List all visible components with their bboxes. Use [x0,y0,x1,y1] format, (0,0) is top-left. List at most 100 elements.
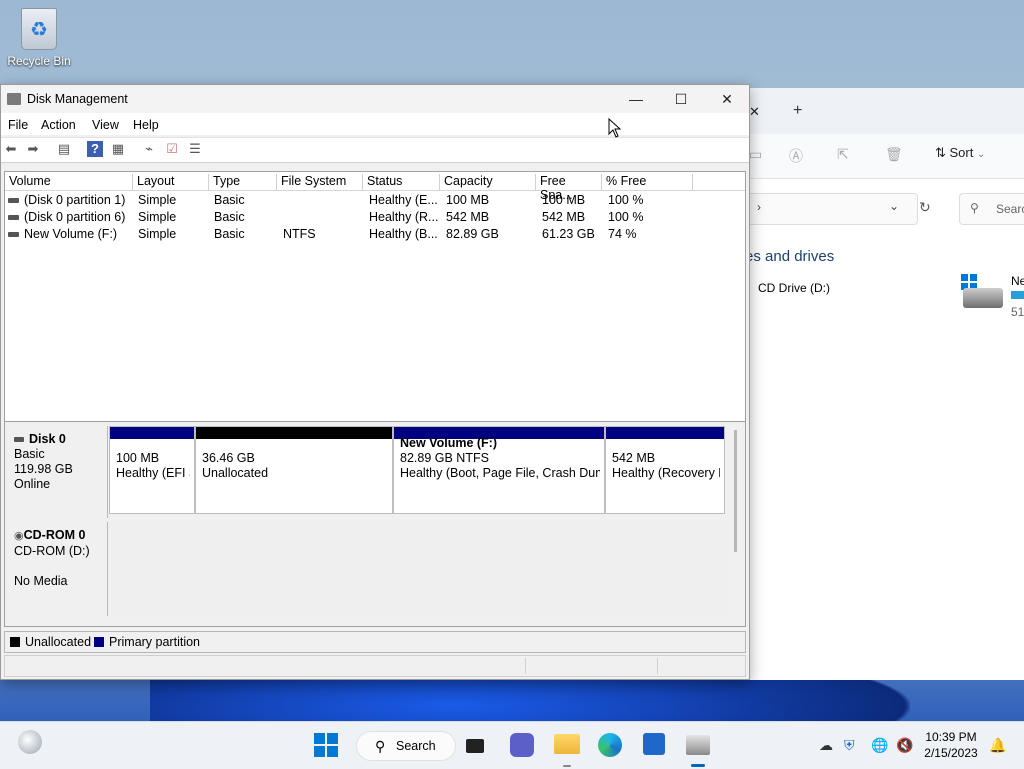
chevron-right-icon: › [757,200,761,214]
disk-0-label[interactable]: Disk 0 Basic 119.98 GB Online [6,426,108,518]
partition-efi[interactable]: 100 MB Healthy (EFI S [109,426,195,514]
partition-unallocated[interactable]: 36.46 GB Unallocated [195,426,393,514]
running-indicator [563,765,571,767]
cloud-icon[interactable]: ☁ [819,737,833,754]
volume-icon [8,232,19,238]
chevron-down-icon: ⌄ [976,149,986,160]
search-placeholder: Searc [996,202,1024,216]
disk-management-icon [7,93,21,105]
disk-management-window[interactable]: Disk Management — ☐ ✕ File Action View H… [0,84,750,680]
table-row[interactable]: (Disk 0 partition 1) Simple Basic Health… [5,193,745,210]
taskbar-search-label: Search [396,739,436,753]
sort-button[interactable]: ⇅ Sort ⌄ [935,145,985,161]
status-cell: Healthy (R... [369,210,439,224]
type-cell: Basic [214,210,245,224]
edge-icon[interactable] [598,733,622,757]
cdrom-empty-area [109,522,727,616]
new-tab-icon[interactable]: + [793,102,802,120]
table-row[interactable]: (Disk 0 partition 6) Simple Basic Health… [5,210,745,227]
rename-icon[interactable]: Ⓐ [789,146,805,164]
paste-icon[interactable]: ▭ [749,146,765,162]
share-icon[interactable]: ⇱ [837,146,853,162]
column-header-volume[interactable]: Volume [5,174,133,190]
recycle-bin-label: Recycle Bin [7,54,71,68]
close-tab-icon[interactable]: ✕ [749,104,760,120]
search-input[interactable]: ⚲ Searc [959,193,1024,225]
disk-graphical-view[interactable]: Disk 0 Basic 119.98 GB Online 100 MB Hea… [4,421,746,627]
cdrom-icon: ◉ [14,530,24,542]
speaker-muted-icon[interactable]: 🔇 [896,737,913,754]
free-space-cell: 542 MB [542,210,586,224]
column-header-type[interactable]: Type [209,174,277,190]
disk-name: Disk 0 [29,432,66,446]
task-view-icon[interactable] [466,739,484,753]
back-arrow-icon[interactable]: ⬅ [3,141,19,157]
column-header-layout[interactable]: Layout [133,174,209,190]
file-explorer-icon[interactable] [554,734,580,754]
properties-icon[interactable]: ▦ [110,141,126,157]
store-icon[interactable] [643,733,665,755]
column-header-status[interactable]: Status [363,174,440,190]
clock-date: 2/15/2023 [924,746,978,760]
notification-icon[interactable]: 🔔 [989,737,1006,754]
menu-action[interactable]: Action [41,118,76,132]
console-tree-icon[interactable]: ▤ [56,141,72,157]
vertical-scrollbar[interactable] [734,430,737,552]
disk-management-taskbar-icon[interactable] [686,735,710,755]
section-heading: es and drives [745,248,835,265]
status-bar [4,655,746,677]
partition-new-volume[interactable]: New Volume (F:) 82.89 GB NTFS Healthy (B… [393,426,605,514]
file-explorer-window[interactable]: ✕ + ▭ Ⓐ ⇱ 🗑 ⇅ Sort ⌄ › ⌄ ↻ ⚲ Searc es an… [745,88,1024,680]
chevron-down-icon[interactable]: ⌄ [889,199,899,213]
percent-free-cell: 100 % [608,193,644,207]
partition-title: New Volume (F:) [400,436,497,450]
widgets-icon[interactable] [18,730,42,754]
layout-cell: Simple [138,210,177,224]
sort-label: Sort [949,145,974,160]
start-button[interactable] [314,733,338,757]
menu-file[interactable]: File [8,118,28,132]
drive-icon[interactable] [961,274,1003,310]
checklist-icon[interactable]: ☑ [164,141,180,157]
disk-size: 119.98 GB [14,462,73,476]
refresh-icon[interactable]: ↻ [919,199,931,216]
connect-disk-icon[interactable]: ⌁ [141,141,157,157]
settings-list-icon[interactable]: ☰ [187,141,203,157]
partition-bar [110,427,194,439]
minimize-button[interactable]: — [613,85,659,113]
address-bar[interactable]: › ⌄ [749,193,918,225]
volume-name-cell: New Volume (F:) [8,227,132,241]
forward-arrow-icon[interactable]: ➡ [25,141,41,157]
cdrom-0-label[interactable]: ◉CD-ROM 0 CD-ROM (D:) No Media [6,522,108,616]
volume-icon [8,215,19,221]
partition-status: Unallocated [202,466,269,480]
delete-icon[interactable]: 🗑 [885,146,903,162]
column-header-percent-free[interactable]: % Free [602,174,693,190]
recycle-bin-icon [21,8,57,50]
help-icon[interactable]: ? [87,141,103,157]
window-title: Disk Management [27,92,128,106]
maximize-button[interactable]: ☐ [658,85,704,113]
column-header-free-space[interactable]: Free Spa... [536,174,602,202]
chat-icon[interactable] [510,733,534,757]
recycle-bin-shortcut[interactable]: Recycle Bin [6,8,72,68]
legend-unallocated: Unallocated [10,635,91,649]
partition-recovery[interactable]: 542 MB Healthy (Recovery P [605,426,725,514]
globe-icon[interactable]: 🌐 [871,737,888,754]
partition-status: Healthy (Recovery P [612,466,720,480]
column-header-filesystem[interactable]: File System [277,174,363,190]
disk-icon [14,437,24,443]
close-button[interactable]: ✕ [704,85,750,113]
clock-time: 10:39 PM [925,730,977,744]
free-space-cell: 61.23 GB [542,227,595,241]
shield-icon[interactable]: ⛨ [844,737,855,754]
taskbar-search[interactable]: ⚲ Search [356,731,456,761]
menu-view[interactable]: View [92,118,119,132]
partition-size: 36.46 GB [202,451,255,465]
menu-help[interactable]: Help [133,118,159,132]
table-row[interactable]: New Volume (F:) Simple Basic NTFS Health… [5,227,745,244]
clock[interactable]: 10:39 PM 2/15/2023 [916,729,986,761]
cdrom-media: No Media [14,574,68,588]
cd-drive-item[interactable]: CD Drive (D:) [758,281,830,295]
column-header-capacity[interactable]: Capacity [440,174,536,190]
